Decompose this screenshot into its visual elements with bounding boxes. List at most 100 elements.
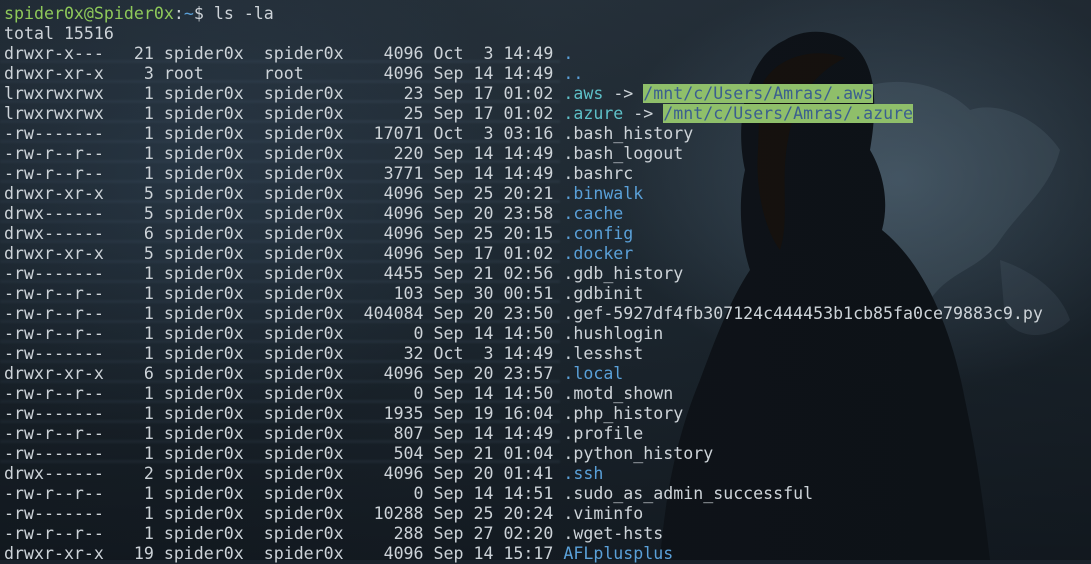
entry-day: 14	[473, 324, 494, 343]
entry-owner: spider0x	[163, 44, 244, 63]
entry-day: 20	[473, 364, 494, 383]
entry-permissions: drwxr-xr-x	[4, 364, 104, 383]
entry-name: .aws	[563, 84, 604, 103]
entry-link-count: 1	[143, 264, 154, 283]
entry-day: 30	[473, 284, 494, 303]
entry-permissions: drwxr-xr-x	[4, 244, 104, 263]
entry-link-count: 3	[143, 64, 154, 83]
entry-link-count: 1	[143, 104, 154, 123]
entry-time: 15:17	[503, 544, 554, 563]
entry-owner: spider0x	[163, 504, 244, 523]
listing-row: -rw-r--r-- 1 spider0x spider0x 103 Sep 30 00:51…	[4, 284, 1091, 304]
entry-size: 807	[393, 424, 424, 443]
entry-permissions: -rw-r--r--	[4, 384, 104, 403]
entry-link-count: 1	[143, 404, 154, 423]
entry-group: spider0x	[263, 264, 344, 283]
entry-day: 14	[473, 484, 494, 503]
entry-time: 20:24	[503, 504, 554, 523]
entry-size: 4096	[383, 464, 424, 483]
entry-owner: spider0x	[163, 364, 244, 383]
entry-name: .motd_shown	[563, 384, 674, 403]
listing-row: drwx------ 5 spider0x spider0x 4096 Sep 20 23:5…	[4, 204, 1091, 224]
entry-group: spider0x	[263, 484, 344, 503]
entry-name: .sudo_as_admin_successful	[563, 484, 814, 503]
symlink-arrow: ->	[623, 104, 664, 123]
listing-row: -rw------- 1 spider0x spider0x 32 Oct 3 14:49 .l…	[4, 344, 1091, 364]
entry-time: 02:56	[503, 264, 554, 283]
entry-group: spider0x	[263, 404, 344, 423]
entry-size: 4096	[383, 364, 424, 383]
entry-day: 25	[473, 184, 494, 203]
entry-time: 01:02	[503, 104, 554, 123]
entry-month: Sep	[433, 324, 464, 343]
entry-group: spider0x	[263, 144, 344, 163]
entry-day: 3	[483, 44, 494, 63]
entry-link-count: 5	[143, 244, 154, 263]
entry-permissions: -rw-r--r--	[4, 304, 104, 323]
entry-size: 4096	[383, 224, 424, 243]
entry-owner: spider0x	[163, 204, 244, 223]
entry-time: 23:57	[503, 364, 554, 383]
directory-listing: drwxr-x--- 21 spider0x spider0x 4096 Oct 3 14:4…	[4, 44, 1091, 564]
entry-month: Sep	[433, 144, 464, 163]
terminal-output[interactable]: spider0x@Spider0x:~$ ls -la total 15516 …	[4, 4, 1091, 563]
entry-group: spider0x	[263, 184, 344, 203]
entry-group: spider0x	[263, 44, 344, 63]
entry-time: 20:21	[503, 184, 554, 203]
entry-month: Sep	[433, 104, 464, 123]
listing-row: -rw-r--r-- 1 spider0x spider0x 0 Sep 14 14:50 .h…	[4, 324, 1091, 344]
entry-day: 20	[473, 304, 494, 323]
entry-link-count: 19	[133, 544, 154, 563]
entry-size: 404084	[363, 304, 424, 323]
entry-permissions: drwx------	[4, 224, 104, 243]
entry-size: 32	[403, 344, 424, 363]
listing-row: -rw------- 1 spider0x spider0x 17071 Oct 3 03:1…	[4, 124, 1091, 144]
entry-time: 01:41	[503, 464, 554, 483]
entry-name: .binwalk	[563, 184, 644, 203]
prompt-path: ~	[183, 4, 194, 23]
entry-permissions: drwxr-xr-x	[4, 64, 104, 83]
entry-name: .gdb_history	[563, 264, 684, 283]
listing-row: -rw-r--r-- 1 spider0x spider0x 404084 Sep 20 23…	[4, 304, 1091, 324]
entry-time: 14:49	[503, 64, 554, 83]
prompt-line: spider0x@Spider0x:~$ ls -la	[4, 4, 1091, 24]
entry-permissions: lrwxrwxrwx	[4, 104, 104, 123]
entry-link-count: 1	[143, 524, 154, 543]
entry-name: .gdbinit	[563, 284, 644, 303]
entry-permissions: drwxr-x---	[4, 44, 104, 63]
command-text: ls -la	[213, 4, 274, 23]
listing-row: -rw-r--r-- 1 spider0x spider0x 220 Sep 14 14:49…	[4, 144, 1091, 164]
entry-link-count: 1	[143, 164, 154, 183]
entry-day: 20	[473, 204, 494, 223]
entry-group: spider0x	[263, 224, 344, 243]
entry-time: 14:49	[503, 44, 554, 63]
entry-month: Sep	[433, 444, 464, 463]
entry-size: 17071	[373, 124, 424, 143]
entry-day: 17	[473, 104, 494, 123]
entry-day: 17	[473, 84, 494, 103]
entry-size: 1935	[383, 404, 424, 423]
listing-row: -rw------- 1 spider0x spider0x 504 Sep 21 01:04…	[4, 444, 1091, 464]
entry-owner: spider0x	[163, 524, 244, 543]
listing-row: -rw------- 1 spider0x spider0x 10288 Sep 25 20:…	[4, 504, 1091, 524]
entry-time: 01:04	[503, 444, 554, 463]
entry-owner: spider0x	[163, 464, 244, 483]
entry-month: Oct	[433, 124, 464, 143]
entry-name: .bash_logout	[563, 144, 684, 163]
entry-size: 3771	[383, 164, 424, 183]
entry-owner: spider0x	[163, 84, 244, 103]
symlink-target: /mnt/c/Users/Amras/.azure	[663, 104, 914, 123]
entry-size: 220	[393, 144, 424, 163]
entry-day: 14	[473, 544, 494, 563]
entry-owner: spider0x	[163, 164, 244, 183]
entry-day: 14	[473, 164, 494, 183]
entry-month: Sep	[433, 264, 464, 283]
entry-time: 01:02	[503, 244, 554, 263]
entry-permissions: drwxr-xr-x	[4, 184, 104, 203]
entry-permissions: -rw-r--r--	[4, 144, 104, 163]
entry-name: .bashrc	[563, 164, 634, 183]
listing-row: -rw-r--r-- 1 spider0x spider0x 807 Sep 14 14:49…	[4, 424, 1091, 444]
entry-time: 14:51	[503, 484, 554, 503]
entry-month: Sep	[433, 524, 464, 543]
entry-group: spider0x	[263, 364, 344, 383]
